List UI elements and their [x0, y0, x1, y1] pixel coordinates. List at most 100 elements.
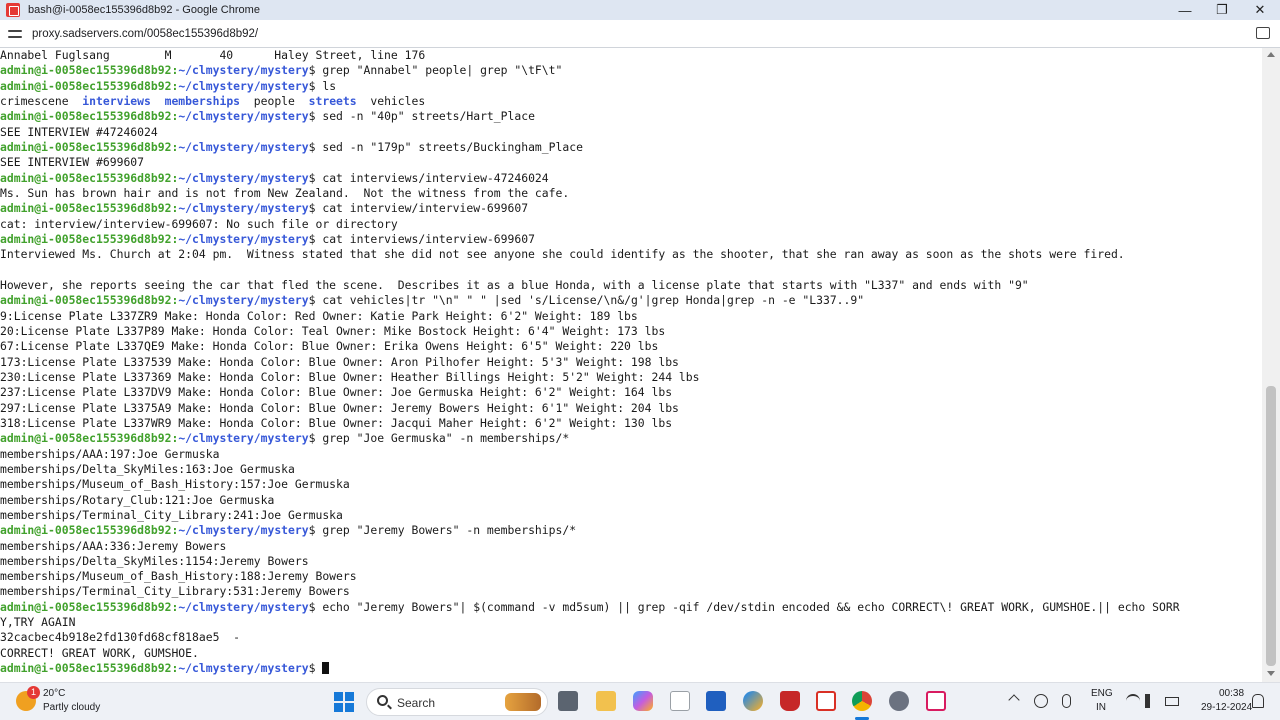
- prompt-path: ~/clmystery/mystery: [178, 201, 309, 216]
- minimize-button[interactable]: —: [1166, 0, 1204, 20]
- chevron-up-icon[interactable]: [1008, 694, 1020, 706]
- command-line: admin@i-0058ec155396d8b92:~/clmystery/my…: [0, 201, 1180, 216]
- mcafee-icon[interactable]: [780, 691, 800, 711]
- command-line: admin@i-0058ec155396d8b92:~/clmystery/my…: [0, 293, 1180, 308]
- prompt-path: ~/clmystery/mystery: [178, 109, 309, 124]
- notepad-icon[interactable]: [670, 691, 690, 711]
- directory-entry: memberships: [164, 93, 241, 108]
- output-line: Y,TRY AGAIN: [0, 615, 76, 630]
- task-view-icon[interactable]: [558, 691, 578, 711]
- prompt-path: ~/clmystery/mystery: [178, 523, 309, 538]
- snipping-tool-icon[interactable]: [926, 691, 946, 711]
- output-line: cat: interview/interview-699607: No such…: [0, 216, 398, 231]
- title-bar: bash@i-0058ec155396d8b92 - Google Chrome…: [0, 0, 1280, 20]
- scroll-up-arrow-icon[interactable]: [1267, 52, 1275, 57]
- prompt-path: ~/clmystery/mystery: [178, 139, 309, 154]
- prompt-user: admin@i-0058ec155396d8b92:: [0, 431, 179, 446]
- cloud-sync-icon[interactable]: [1034, 694, 1048, 708]
- command-line: admin@i-0058ec155396d8b92:~/clmystery/my…: [0, 63, 1180, 78]
- output-line: 20:License Plate L337P89 Make: Honda Col…: [0, 323, 666, 338]
- open-in-window-icon[interactable]: [1256, 27, 1270, 39]
- output-line: memberships/Rotary_Club:121:Joe Germuska: [0, 492, 275, 507]
- terminal-cursor: [322, 662, 330, 675]
- command-text: ls: [322, 78, 337, 93]
- command-text: grep "Annabel" people| grep "\tF\t": [322, 63, 563, 78]
- file-entry: people: [253, 93, 295, 108]
- output-line: 9:License Plate L337ZR9 Make: Honda Colo…: [0, 308, 638, 323]
- terminal-output[interactable]: Annabel Fuglsang M 40 Haley Street, line…: [0, 48, 1262, 682]
- output-line: Annabel Fuglsang M 40 Haley Street, line…: [0, 48, 426, 62]
- directory-entry: interviews: [82, 93, 151, 108]
- address-bar: proxy.sadservers.com/0058ec155396d8b92/: [0, 20, 1280, 48]
- prompt-path: ~/clmystery/mystery: [178, 293, 309, 308]
- search-label: Search: [397, 696, 436, 710]
- microphone-icon[interactable]: [1062, 694, 1071, 708]
- terminal-lines: Annabel Fuglsang M 40 Haley Street, line…: [0, 48, 1180, 676]
- prompt-symbol: $: [308, 109, 323, 124]
- prompt-user: admin@i-0058ec155396d8b92:: [0, 293, 179, 308]
- command-line: admin@i-0058ec155396d8b92:~/clmystery/my…: [0, 232, 1180, 247]
- microsoft-store-icon[interactable]: [706, 691, 726, 711]
- prompt-user: admin@i-0058ec155396d8b92:: [0, 109, 179, 124]
- url-text[interactable]: proxy.sadservers.com/0058ec155396d8b92/: [32, 28, 258, 40]
- taskbar: 1 20°C Partly cloudy Search ENG IN 00:38…: [0, 682, 1280, 720]
- output-line: SEE INTERVIEW #47246024: [0, 124, 158, 139]
- prompt-path: ~/clmystery/mystery: [178, 599, 309, 614]
- prompt-symbol: $: [308, 293, 323, 308]
- clock-date[interactable]: 29-12-2024: [1201, 702, 1252, 713]
- weather-temperature[interactable]: 20°C: [43, 688, 65, 699]
- prompt-user: admin@i-0058ec155396d8b92:: [0, 201, 179, 216]
- start-button[interactable]: [334, 692, 354, 712]
- language-region[interactable]: IN: [1096, 702, 1106, 713]
- prompt-path: ~/clmystery/mystery: [178, 63, 309, 78]
- scrollbar-thumb[interactable]: [1266, 386, 1276, 666]
- output-line: Ms. Sun has brown hair and is not from N…: [0, 185, 570, 200]
- output-line: 237:License Plate L337DV9 Make: Honda Co…: [0, 385, 673, 400]
- search-highlight-icon: [505, 693, 541, 711]
- output-line: memberships/Delta_SkyMiles:163:Joe Germu…: [0, 461, 295, 476]
- copilot-icon[interactable]: [633, 691, 653, 711]
- output-line: 230:License Plate L337369 Make: Honda Co…: [0, 369, 700, 384]
- file-explorer-icon[interactable]: [596, 691, 616, 711]
- output-line: memberships/Museum_of_Bash_History:188:J…: [0, 569, 357, 584]
- language-indicator[interactable]: ENG: [1091, 688, 1113, 699]
- command-line: admin@i-0058ec155396d8b92:~/clmystery/my…: [0, 109, 1180, 124]
- site-settings-icon[interactable]: [8, 28, 22, 40]
- output-line: Interviewed Ms. Church at 2:04 pm. Witne…: [0, 247, 1125, 262]
- output-line: 297:License Plate L3375A9 Make: Honda Co…: [0, 400, 679, 415]
- notification-bell-icon[interactable]: [1252, 694, 1264, 708]
- search-box[interactable]: Search: [366, 688, 548, 716]
- gmail-icon[interactable]: [816, 691, 836, 711]
- prompt-user: admin@i-0058ec155396d8b92:: [0, 231, 179, 246]
- output-line: memberships/AAA:197:Joe Germuska: [0, 446, 220, 461]
- close-button[interactable]: ✕: [1241, 0, 1279, 20]
- output-line: memberships/AAA:336:Jeremy Bowers: [0, 538, 227, 553]
- command-text: sed -n "179p" streets/Buckingham_Place: [322, 139, 583, 154]
- command-text: cat interview/interview-699607: [322, 201, 529, 216]
- weather-description[interactable]: Partly cloudy: [43, 702, 100, 713]
- clock-time[interactable]: 00:38: [1219, 688, 1244, 699]
- scrollbar[interactable]: [1262, 48, 1280, 682]
- wifi-icon[interactable]: [1126, 694, 1140, 708]
- command-line: admin@i-0058ec155396d8b92:~/clmystery/my…: [0, 600, 1180, 615]
- prompt-symbol: $: [308, 139, 323, 154]
- terminal-app-icon: [6, 3, 20, 17]
- output-line: memberships/Museum_of_Bash_History:157:J…: [0, 477, 350, 492]
- chrome-icon[interactable]: [852, 691, 872, 711]
- battery-icon[interactable]: [1165, 697, 1179, 706]
- prompt-symbol: $: [308, 231, 323, 246]
- prompt-path: ~/clmystery/mystery: [178, 661, 309, 676]
- volume-icon[interactable]: [1145, 694, 1155, 708]
- prompt-user: admin@i-0058ec155396d8b92:: [0, 599, 179, 614]
- command-line: admin@i-0058ec155396d8b92:~/clmystery/my…: [0, 431, 1180, 446]
- edge-icon[interactable]: [743, 691, 763, 711]
- scroll-down-arrow-icon[interactable]: [1267, 671, 1275, 676]
- command-line: admin@i-0058ec155396d8b92:~/clmystery/my…: [0, 79, 1180, 94]
- settings-gear-icon[interactable]: [889, 691, 909, 711]
- prompt-user: admin@i-0058ec155396d8b92:: [0, 78, 179, 93]
- prompt-path: ~/clmystery/mystery: [178, 431, 309, 446]
- prompt-symbol: $: [308, 201, 323, 216]
- prompt-user: admin@i-0058ec155396d8b92:: [0, 139, 179, 154]
- maximize-button[interactable]: ❐: [1203, 0, 1241, 20]
